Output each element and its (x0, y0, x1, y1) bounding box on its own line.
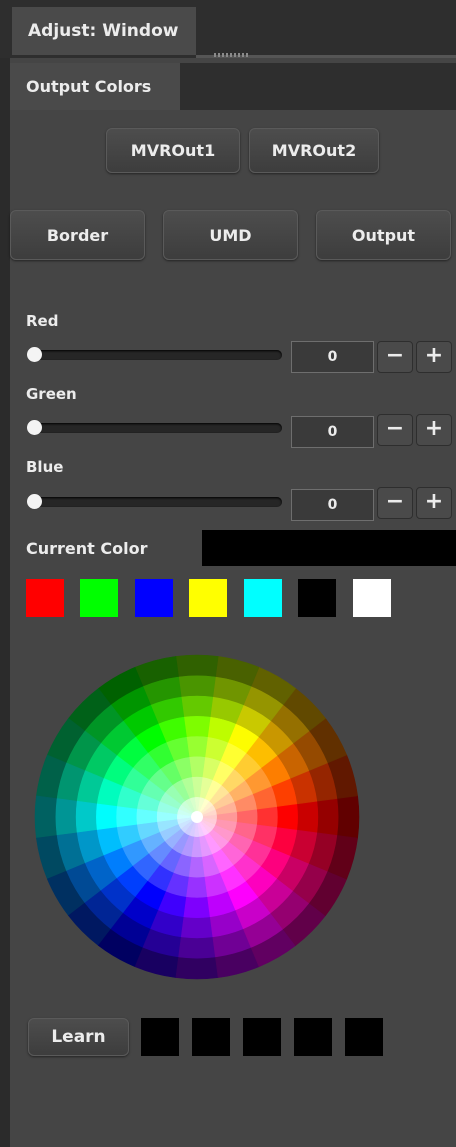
output-button[interactable]: Output (316, 210, 451, 260)
green-value-field[interactable]: 0 (291, 416, 374, 448)
red-slider-track[interactable] (30, 350, 282, 360)
color-wheel-segment[interactable] (186, 735, 208, 758)
color-wheel-segment[interactable] (180, 695, 214, 717)
red-increment-button[interactable]: + (416, 341, 452, 373)
learn-slot-4[interactable] (294, 1018, 332, 1056)
color-wheel-segment[interactable] (256, 806, 279, 828)
green-decrement-button[interactable]: − (377, 414, 413, 446)
blue-increment-button[interactable]: + (416, 487, 452, 519)
color-wheel-center-dot (191, 811, 203, 823)
learn-button[interactable]: Learn (28, 1018, 129, 1056)
color-wheel-segment[interactable] (175, 957, 219, 980)
green-slider-thumb[interactable] (27, 420, 42, 435)
learn-slot-2[interactable] (192, 1018, 230, 1056)
resize-grip-icon[interactable] (214, 53, 250, 57)
panel-left-edge (0, 0, 10, 1147)
mvrout2-button[interactable]: MVROut2 (249, 128, 379, 173)
tab-adjust-window[interactable]: Adjust: Window (12, 7, 196, 55)
color-wheel-segment[interactable] (183, 715, 211, 738)
tab-output-colors[interactable]: Output Colors (10, 63, 180, 110)
red-slider-thumb[interactable] (27, 347, 42, 362)
color-wheel-segment[interactable] (54, 798, 77, 836)
color-wheel-segment[interactable] (297, 800, 319, 834)
umd-button[interactable]: UMD (163, 210, 298, 260)
blue-label: Blue (26, 458, 64, 476)
color-wheel-segment[interactable] (276, 803, 299, 831)
green-label: Green (26, 385, 77, 403)
border-button[interactable]: Border (10, 210, 145, 260)
learn-slot-1[interactable] (141, 1018, 179, 1056)
swatch-blue[interactable] (135, 579, 173, 617)
swatch-green[interactable] (80, 579, 118, 617)
green-increment-button[interactable]: + (416, 414, 452, 446)
swatch-black[interactable] (298, 579, 336, 617)
learn-slot-5[interactable] (345, 1018, 383, 1056)
blue-decrement-button[interactable]: − (377, 487, 413, 519)
red-decrement-button[interactable]: − (377, 341, 413, 373)
swatch-red[interactable] (26, 579, 64, 617)
color-wheel-segment[interactable] (95, 803, 118, 831)
color-wheel-segment[interactable] (317, 798, 340, 836)
red-label: Red (26, 312, 59, 330)
swatch-cyan[interactable] (244, 579, 282, 617)
swatch-white[interactable] (353, 579, 391, 617)
red-value-field[interactable]: 0 (291, 341, 374, 373)
color-wheel-segment[interactable] (34, 795, 57, 839)
color-wheel-segment[interactable] (183, 896, 211, 919)
current-color-label: Current Color (26, 539, 148, 558)
blue-value-field[interactable]: 0 (291, 489, 374, 521)
color-wheel-icon[interactable] (30, 650, 364, 984)
color-wheel-segment[interactable] (180, 917, 214, 939)
green-slider-track[interactable] (30, 423, 282, 433)
swatch-yellow[interactable] (189, 579, 227, 617)
color-wheel-segment[interactable] (175, 654, 219, 677)
blue-slider-track[interactable] (30, 497, 282, 507)
blue-slider-thumb[interactable] (27, 494, 42, 509)
current-color-preview (202, 530, 456, 566)
color-wheel-segment[interactable] (115, 806, 138, 828)
color-wheel-segment[interactable] (75, 800, 97, 834)
color-wheel-segment[interactable] (178, 674, 216, 697)
color-wheel-segment[interactable] (178, 937, 216, 960)
mvrout1-button[interactable]: MVROut1 (106, 128, 240, 173)
color-wheel-segment[interactable] (186, 876, 208, 899)
learn-slot-3[interactable] (243, 1018, 281, 1056)
color-wheel-segment[interactable] (337, 795, 360, 839)
